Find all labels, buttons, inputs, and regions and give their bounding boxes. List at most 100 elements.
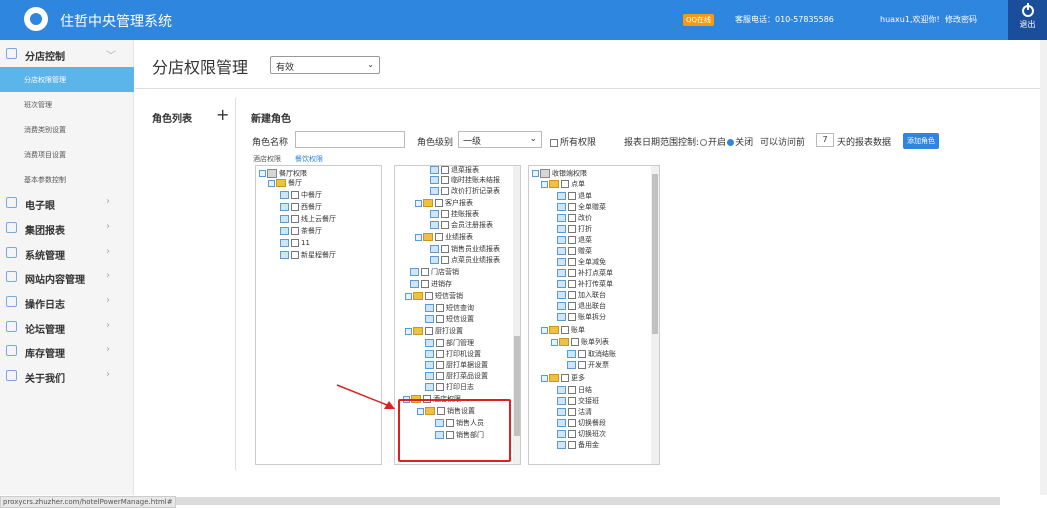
sidebar-item-branch-permission[interactable]: 分店权限管理 xyxy=(0,67,134,92)
tree-node[interactable]: 退出联台 xyxy=(557,302,606,311)
tree-checkbox[interactable] xyxy=(436,361,444,369)
horizontal-scrollbar[interactable] xyxy=(170,497,1000,505)
tree-expand-icon[interactable] xyxy=(268,179,275,187)
tree-checkbox[interactable] xyxy=(441,166,449,174)
scrollbar[interactable] xyxy=(651,166,659,464)
tree-node[interactable]: 开发票 xyxy=(567,361,609,370)
radio-off[interactable] xyxy=(727,139,735,146)
tree-node[interactable]: 部门管理 xyxy=(425,339,474,348)
report-days-input[interactable]: 7 xyxy=(816,133,834,147)
tree-checkbox[interactable] xyxy=(568,430,576,438)
tree-checkbox[interactable] xyxy=(568,225,576,233)
tree-checkbox[interactable] xyxy=(436,383,444,391)
tree-node[interactable]: 临时挂账未结报 xyxy=(430,176,500,185)
tree-checkbox[interactable] xyxy=(291,203,299,211)
sidebar-group-e-eye[interactable]: 电子眼 › xyxy=(0,191,134,216)
tree-node[interactable]: 打印日志 xyxy=(425,383,474,392)
tree-checkbox[interactable] xyxy=(436,339,444,347)
tree-checkbox[interactable] xyxy=(436,315,444,323)
sidebar-group-forum[interactable]: 论坛管理 › xyxy=(0,315,134,340)
tree-checkbox[interactable] xyxy=(441,221,449,229)
logout-button[interactable]: 退出 xyxy=(1008,0,1047,40)
tree-node[interactable]: 西餐厅 xyxy=(280,203,322,212)
scrollbar[interactable] xyxy=(513,166,520,464)
tree-checkbox[interactable] xyxy=(291,215,299,223)
tree-checkbox[interactable] xyxy=(568,386,576,394)
tree-checkbox[interactable] xyxy=(568,313,576,321)
tree-node[interactable]: 茶餐厅 xyxy=(280,227,322,236)
tree-checkbox[interactable] xyxy=(568,214,576,222)
tree-checkbox[interactable] xyxy=(441,210,449,218)
tree-node[interactable]: 赠菜 xyxy=(557,247,592,256)
tree-node[interactable]: 切换班次 xyxy=(557,430,606,439)
tree-checkbox[interactable] xyxy=(568,397,576,405)
tree-expand-icon[interactable] xyxy=(405,292,412,300)
tree-expand-icon[interactable] xyxy=(541,326,548,334)
tree-node[interactable]: 改价 xyxy=(557,214,592,223)
tree-node[interactable]: 更多 xyxy=(541,374,585,383)
tree-checkbox[interactable] xyxy=(568,269,576,277)
tree-node[interactable]: 线上云餐厅 xyxy=(280,215,336,224)
tree-expand-icon[interactable] xyxy=(415,233,422,241)
tree-expand-icon[interactable] xyxy=(541,180,548,188)
tree-node[interactable]: 切换餐段 xyxy=(557,419,606,428)
tree-checkbox[interactable] xyxy=(441,245,449,253)
tree-node[interactable]: 厨打菜品设置 xyxy=(425,372,488,381)
tree-checkbox[interactable] xyxy=(435,199,443,207)
tree-node[interactable]: 交接班 xyxy=(557,397,599,406)
tree-node[interactable]: 改价打折记录表 xyxy=(430,187,500,196)
tree-checkbox[interactable] xyxy=(436,372,444,380)
tree-checkbox[interactable] xyxy=(568,236,576,244)
tree-checkbox[interactable] xyxy=(441,256,449,264)
tree-node[interactable]: 全单减免 xyxy=(557,258,606,267)
add-role-button[interactable]: 添加角色 xyxy=(903,133,939,149)
tree-node[interactable]: 退单 xyxy=(557,192,592,201)
tree-checkbox[interactable] xyxy=(435,233,443,241)
tree-checkbox[interactable] xyxy=(568,247,576,255)
tree-checkbox[interactable] xyxy=(568,441,576,449)
tree-node[interactable]: 账单拆分 xyxy=(557,313,606,322)
status-select[interactable]: 有效 ⌄ xyxy=(270,56,380,74)
tree-checkbox[interactable] xyxy=(571,338,579,346)
scrollbar-thumb[interactable] xyxy=(652,174,658,334)
tree-node[interactable]: 打印机设置 xyxy=(425,350,481,359)
tree-checkbox[interactable] xyxy=(568,258,576,266)
sidebar-group-store-control[interactable]: 分店控制 ﹀ xyxy=(0,42,134,67)
tree-expand-icon[interactable] xyxy=(551,338,558,346)
tree-node[interactable]: 备用金 xyxy=(557,441,599,450)
add-role-plus-button[interactable]: + xyxy=(216,105,229,124)
tree-node[interactable]: 会员注册报表 xyxy=(430,221,493,230)
tree-checkbox[interactable] xyxy=(578,350,586,358)
tree-node[interactable]: 餐厅权限 xyxy=(259,169,307,179)
tree-checkbox[interactable] xyxy=(568,203,576,211)
tree-node[interactable]: 沽清 xyxy=(557,408,592,417)
sidebar-item-shift[interactable]: 班次管理 xyxy=(0,92,134,117)
tree-expand-icon[interactable] xyxy=(415,199,422,207)
tree-checkbox[interactable] xyxy=(561,326,569,334)
tree-checkbox[interactable] xyxy=(291,227,299,235)
tree-checkbox[interactable] xyxy=(568,302,576,310)
tab-catering-permission[interactable]: 餐饮权限 xyxy=(295,154,323,164)
sidebar-group-inventory[interactable]: 库存管理 › xyxy=(0,339,134,364)
tree-node[interactable]: 全单赠菜 xyxy=(557,203,606,212)
sidebar-group-reports[interactable]: 集团报表 › xyxy=(0,216,134,241)
tree-checkbox[interactable] xyxy=(291,239,299,247)
tree-checkbox[interactable] xyxy=(421,280,429,288)
tree-expand-icon[interactable] xyxy=(405,327,412,335)
tree-node[interactable]: 短信营销 xyxy=(405,292,463,301)
role-level-select[interactable]: 一级 ⌄ xyxy=(458,131,542,148)
tree-node[interactable]: 厨打设置 xyxy=(405,327,463,336)
tab-hotel-permission[interactable]: 酒店权限 xyxy=(253,154,281,164)
tree-checkbox[interactable] xyxy=(425,292,433,300)
tree-node[interactable]: 退菜报表 xyxy=(430,166,479,175)
tree-node[interactable]: 门店营销 xyxy=(410,268,459,277)
sidebar-item-consume-item[interactable]: 消费项目设置 xyxy=(0,142,134,167)
tree-checkbox[interactable] xyxy=(568,408,576,416)
tree-node[interactable]: 点单 xyxy=(541,180,585,189)
tree-node[interactable]: 11 xyxy=(280,239,310,248)
tree-node[interactable]: 中餐厅 xyxy=(280,191,322,200)
tree-checkbox[interactable] xyxy=(291,191,299,199)
tree-checkbox[interactable] xyxy=(425,327,433,335)
tree-node[interactable]: 新星程餐厅 xyxy=(280,251,336,260)
tree-node[interactable]: 收银端权限 xyxy=(532,169,587,179)
